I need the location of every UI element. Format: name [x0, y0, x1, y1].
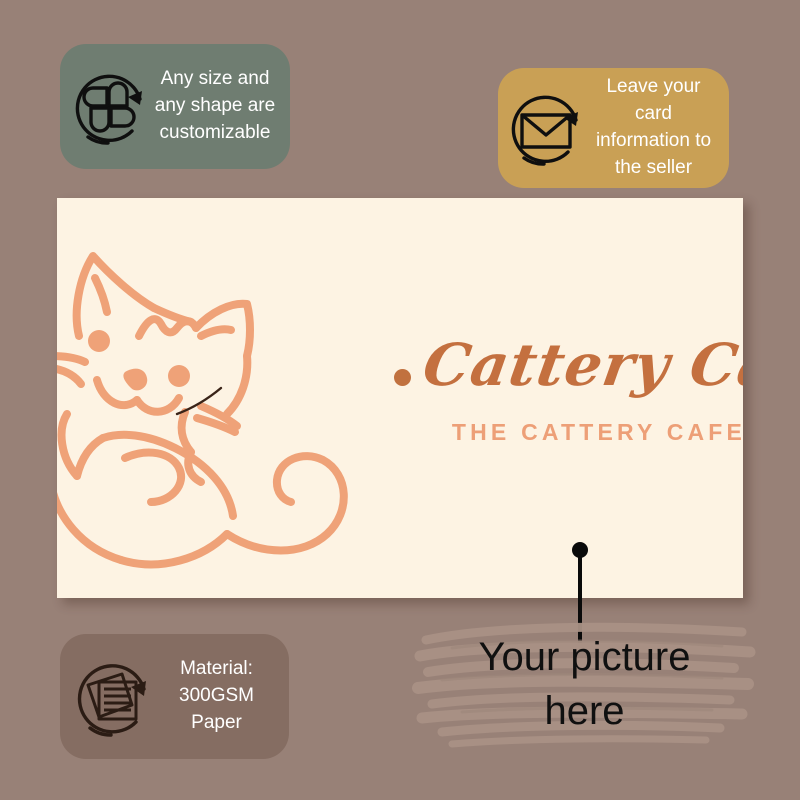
logo-script-text: Cattery Cafe [418, 331, 743, 399]
card-logo: Cattery Cafe THE CATTERY CAFE [379, 331, 743, 463]
badge-customizable-label: Any size and any shape are customizable [154, 68, 276, 143]
paper-stack-refresh-icon [66, 651, 158, 743]
cat-line-art-illustration [57, 252, 348, 569]
picture-placeholder-label: Your picture here [478, 635, 691, 733]
logo-dot-icon [394, 369, 411, 386]
badge-material[interactable]: Material: 300GSM Paper [60, 634, 289, 759]
badge-customizable[interactable]: Any size and any shape are customizable [60, 44, 290, 169]
badge-leave-info-label: Leave your card information to the selle… [595, 76, 712, 178]
business-card[interactable]: Cattery Cafe THE CATTERY CAFE [57, 198, 743, 598]
logo-tagline-text: THE CATTERY CAFE [451, 419, 743, 445]
badge-material-label: Material: 300GSM Paper [179, 658, 254, 733]
clover-refresh-icon [66, 63, 154, 151]
envelope-refresh-icon [502, 84, 590, 172]
poster-canvas: Cattery Cafe THE CATTERY CAFE Any size a [0, 0, 800, 800]
badge-leave-info[interactable]: Leave your card information to the selle… [498, 68, 729, 188]
